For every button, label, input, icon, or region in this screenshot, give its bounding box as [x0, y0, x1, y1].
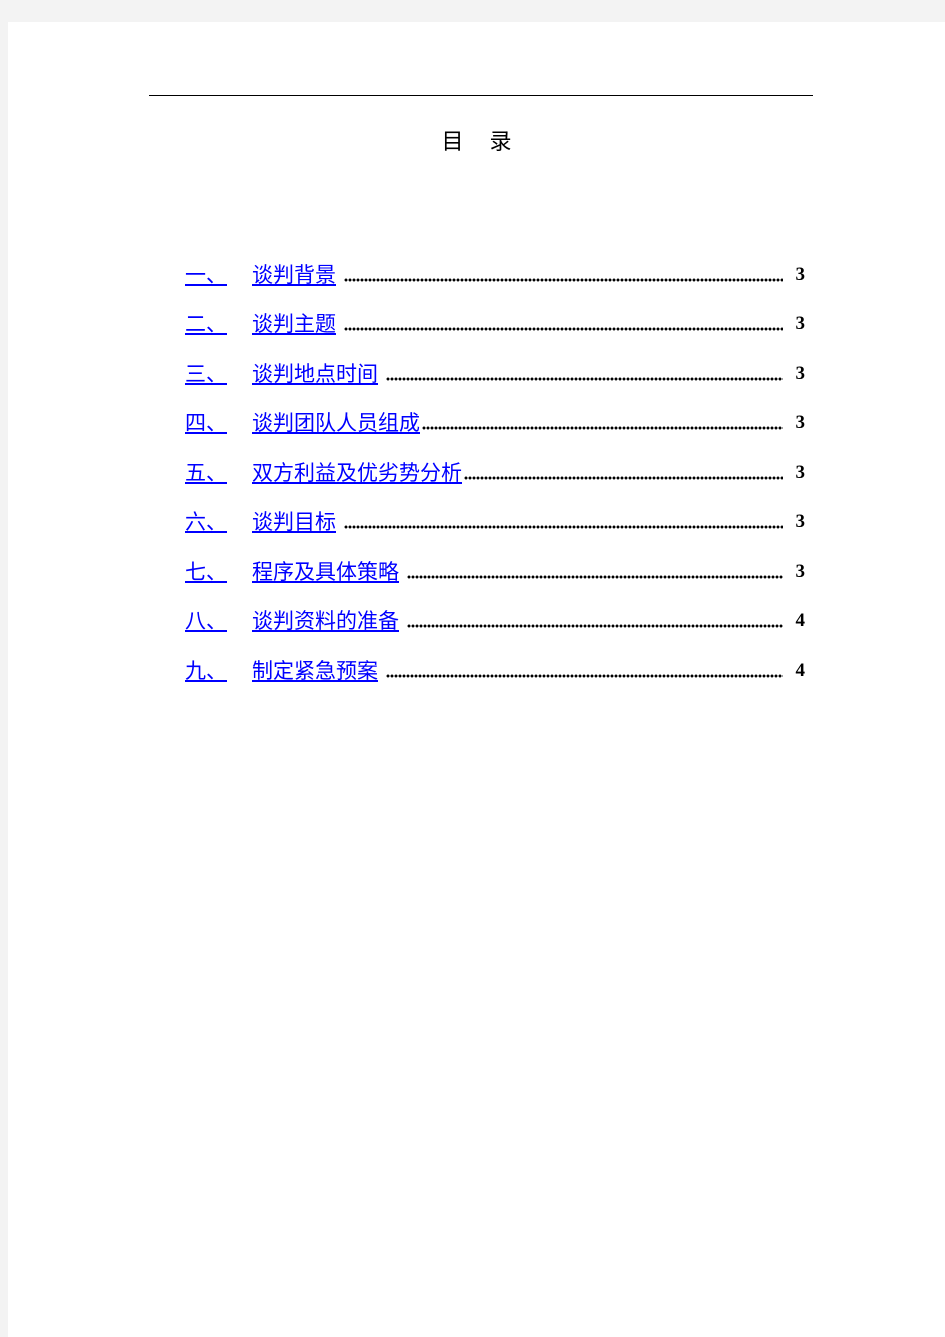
dot-leader: [344, 278, 783, 282]
toc-entry-page-number: 3: [795, 264, 806, 285]
toc-entry-page-number: 3: [795, 313, 806, 334]
toc-entry-title-link[interactable]: 谈判背景: [252, 262, 336, 288]
dot-leader: [407, 575, 783, 579]
toc-title-char-2: 录: [489, 130, 512, 155]
toc-entry-number-link[interactable]: 五、: [185, 460, 232, 486]
toc-entry-page-number: 4: [795, 610, 806, 631]
toc-title-char-1: 目: [441, 130, 464, 155]
toc-entry-number-link[interactable]: 四、: [185, 410, 232, 436]
toc-entry[interactable]: 九、 制定紧急预案 4: [185, 654, 805, 684]
toc-entry-title-link[interactable]: 制定紧急预案: [252, 658, 378, 684]
toc-entry-page-number: 3: [795, 511, 806, 532]
toc-entry-title-link[interactable]: 程序及具体策略: [252, 559, 399, 585]
toc-entry-title-link[interactable]: 谈判资料的准备: [252, 608, 399, 634]
dot-leader: [344, 525, 783, 529]
toc-entry-number-link[interactable]: 二、: [185, 311, 232, 337]
toc-entry-title-link[interactable]: 谈判目标: [252, 509, 336, 535]
dot-leader: [464, 476, 783, 480]
toc-entry[interactable]: 一、 谈判背景 3: [185, 258, 805, 288]
toc-entry[interactable]: 三、 谈判地点时间 3: [185, 357, 805, 387]
toc-entry-number-link[interactable]: 九、: [185, 658, 232, 684]
header-rule: [149, 95, 813, 96]
dot-leader: [386, 377, 783, 381]
toc-entry[interactable]: 二、 谈判主题 3: [185, 307, 805, 337]
toc-entry-page-number: 4: [795, 660, 806, 681]
toc-entry[interactable]: 五、 双方利益及优劣势分析 3: [185, 456, 805, 486]
toc-entry[interactable]: 八、 谈判资料的准备 4: [185, 604, 805, 634]
toc-entry-title-link[interactable]: 谈判团队人员组成: [252, 410, 420, 436]
toc-entry-page-number: 3: [795, 462, 806, 483]
toc-entry[interactable]: 七、 程序及具体策略 3: [185, 555, 805, 585]
toc-entry-title-link[interactable]: 谈判地点时间: [252, 361, 378, 387]
toc-entry-number-link[interactable]: 八、: [185, 608, 232, 634]
toc-entry-page-number: 3: [795, 561, 806, 582]
dot-leader: [344, 327, 783, 331]
toc-entry-page-number: 3: [795, 363, 806, 384]
dot-leader: [407, 624, 783, 628]
dot-leader: [422, 426, 783, 430]
document-page: 目录 一、 谈判背景 3 二、 谈判主题 3 三、 谈判地点时间 3 四、 谈判…: [8, 22, 945, 1337]
toc-entry-page-number: 3: [795, 412, 806, 433]
toc-title: 目录: [8, 124, 945, 156]
toc-entry-number-link[interactable]: 六、: [185, 509, 232, 535]
toc-entry-title-link[interactable]: 谈判主题: [252, 311, 336, 337]
dot-leader: [386, 674, 783, 678]
toc-entry-number-link[interactable]: 一、: [185, 262, 232, 288]
toc-entry-number-link[interactable]: 三、: [185, 361, 232, 387]
toc-entry-number-link[interactable]: 七、: [185, 559, 232, 585]
toc-entry-title-link[interactable]: 双方利益及优劣势分析: [252, 460, 462, 486]
toc-entry[interactable]: 六、 谈判目标 3: [185, 505, 805, 535]
toc-entry[interactable]: 四、 谈判团队人员组成 3: [185, 406, 805, 436]
